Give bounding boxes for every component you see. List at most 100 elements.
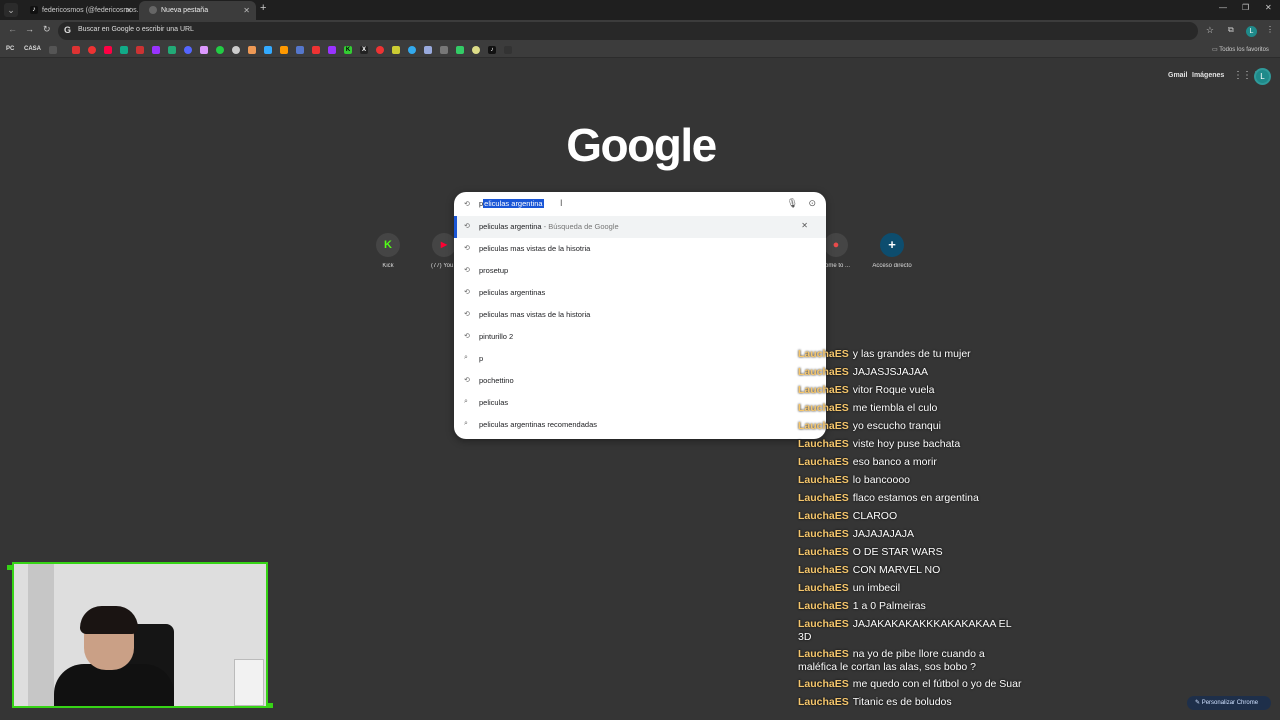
kick-bookmark-icon[interactable]: K [344, 46, 352, 54]
bookmark-icon[interactable] [88, 46, 96, 54]
bookmark-icon[interactable] [472, 46, 480, 54]
search-icon: ⌕ [464, 398, 468, 405]
close-window-icon[interactable]: ✕ [1265, 3, 1272, 12]
suggestion-text: p [479, 354, 484, 363]
tiktok-bookmark-icon[interactable]: ♪ [488, 46, 496, 54]
bookmark-pc[interactable]: PC [6, 46, 14, 52]
extension-icon[interactable]: ⧉ [1228, 25, 1234, 35]
search-input[interactable]: peliculas argentina [479, 199, 544, 209]
add-shortcut-button[interactable]: + Acceso directo [862, 233, 922, 269]
twitch-bookmark-icon[interactable] [328, 46, 336, 54]
tab-tiktok[interactable]: ♪ federicosmos (@federicosmos... ✕ [20, 1, 142, 20]
bookmark-icon[interactable] [168, 46, 176, 54]
close-tab-icon[interactable]: ✕ [243, 1, 250, 20]
chat-text: CLAROO [852, 510, 898, 522]
plus-icon: + [880, 233, 904, 257]
microphone-icon[interactable]: 🎙 [787, 198, 798, 209]
google-lens-icon[interactable]: ⊙ [808, 198, 816, 209]
address-bar[interactable]: G Buscar en Google o escribir una URL [58, 22, 1198, 40]
chat-username: LauchaES [798, 492, 849, 504]
gmail-link[interactable]: Gmail [1168, 72, 1187, 79]
chat-username: LauchaES [798, 384, 849, 396]
shortcut-kick[interactable]: K Kick [358, 233, 418, 269]
bookmark-icon[interactable] [296, 46, 304, 54]
shortcut-label: Kick [382, 263, 394, 269]
avatar[interactable]: L [1246, 26, 1257, 37]
close-tab-icon[interactable]: ✕ [125, 1, 132, 20]
all-favorites-folder[interactable]: ▭ Todos los favoritos [1212, 46, 1269, 53]
suggestion-item[interactable]: ⟲ prosetup [454, 260, 826, 282]
back-icon[interactable]: ← [8, 24, 17, 34]
history-icon: ⟲ [464, 223, 470, 230]
bookmark-icon[interactable] [376, 46, 384, 54]
youtube-bookmark-icon[interactable] [104, 46, 112, 54]
bookmark-icon[interactable] [312, 46, 320, 54]
forward-icon[interactable]: → [25, 24, 34, 34]
title-bar: ⌄ ♪ federicosmos (@federicosmos... ✕ Nuev… [0, 0, 1280, 20]
account-avatar[interactable]: L [1254, 68, 1271, 85]
bookmark-icon[interactable] [248, 46, 256, 54]
bookmark-icon[interactable] [120, 46, 128, 54]
suggestion-item[interactable]: ⌕ p [454, 348, 826, 370]
history-icon: ⟲ [464, 311, 470, 318]
minimize-icon[interactable]: — [1219, 3, 1227, 12]
bookmark-icon[interactable] [136, 46, 144, 54]
bookmark-star-icon[interactable]: ☆ [1206, 25, 1214, 36]
reload-icon[interactable]: ↻ [43, 24, 51, 35]
suggestion-item[interactable]: ⌕ peliculas [454, 392, 826, 414]
remove-suggestion-icon[interactable]: ✕ [801, 221, 808, 230]
bookmark-icon[interactable] [72, 46, 80, 54]
whatsapp-bookmark-icon[interactable] [216, 46, 224, 54]
tab-search-button[interactable]: ⌄ [4, 3, 18, 17]
chat-message: LauchaES vitor Roque vuela [798, 384, 1028, 397]
bookmark-icon[interactable] [504, 46, 512, 54]
discord-bookmark-icon[interactable] [184, 46, 192, 54]
suggestion-item[interactable]: ⟲ pochettino [454, 370, 826, 392]
restore-icon[interactable]: ❐ [1242, 3, 1249, 12]
grid-bookmark-icon[interactable] [49, 46, 57, 54]
text-cursor-icon: I [560, 198, 563, 208]
chat-message: LauchaES lo bancoooo [798, 474, 1028, 487]
new-tab-button[interactable]: + [260, 2, 266, 14]
personalize-chrome-button[interactable]: ✎ Personalizar Chrome [1187, 696, 1271, 710]
kick-icon: K [376, 233, 400, 257]
suggestion-subtext: - Búsqueda de Google [541, 222, 619, 231]
webcam-door [28, 564, 54, 706]
bookmark-casa[interactable]: CASA [24, 46, 41, 52]
chat-text: JAJASJSJAJAA [852, 366, 929, 378]
bookmark-icon[interactable] [392, 46, 400, 54]
suggestion-item[interactable]: ⟲ peliculas argentinas [454, 282, 826, 304]
bookmark-icon[interactable] [440, 46, 448, 54]
search-icon: ⌕ [464, 420, 468, 427]
chat-text: flaco estamos en argentina [852, 492, 979, 504]
chat-username: LauchaES [798, 438, 849, 450]
tab-new-tab[interactable]: Nueva pestaña ✕ [139, 1, 256, 20]
chat-message: LauchaES flaco estamos en argentina [798, 492, 1028, 505]
images-link[interactable]: Imágenes [1192, 72, 1224, 79]
twitch-bookmark-icon[interactable] [152, 46, 160, 54]
youtube-icon: ▶ [432, 233, 456, 257]
suggestion-item[interactable]: ⌕ peliculas argentinas recomendadas [454, 414, 826, 436]
suggestion-item[interactable]: ⟲ peliculas mas vistas de la hisotria [454, 238, 826, 260]
suggestion-item[interactable]: ⟲ peliculas argentina - Búsqueda de Goog… [454, 216, 826, 238]
bookmark-icon[interactable] [408, 46, 416, 54]
github-bookmark-icon[interactable] [232, 46, 240, 54]
suggestion-item[interactable]: ⟲ pinturillo 2 [454, 326, 826, 348]
more-menu-icon[interactable]: ⋮ [1266, 25, 1274, 34]
bookmark-icon[interactable] [200, 46, 208, 54]
suggestion-text: pochettino [479, 376, 514, 385]
bookmark-icon[interactable] [424, 46, 432, 54]
history-icon: ⟲ [464, 267, 470, 274]
bookmark-icon[interactable] [456, 46, 464, 54]
tiktok-icon: ♪ [30, 6, 38, 15]
query-selected-text: eliculas argentina [483, 199, 544, 208]
x-bookmark-icon[interactable]: X [360, 46, 368, 54]
chat-message: LauchaES 1 a 0 Palmeiras [798, 600, 1028, 613]
suggestion-text: peliculas [479, 398, 509, 407]
bookmark-icon[interactable] [280, 46, 288, 54]
tab-title: Nueva pestaña [161, 7, 209, 14]
chat-text: vitor Roque vuela [852, 384, 935, 396]
bookmark-icon[interactable] [264, 46, 272, 54]
chat-username: LauchaES [798, 402, 849, 414]
suggestion-item[interactable]: ⟲ peliculas mas vistas de la historia [454, 304, 826, 326]
